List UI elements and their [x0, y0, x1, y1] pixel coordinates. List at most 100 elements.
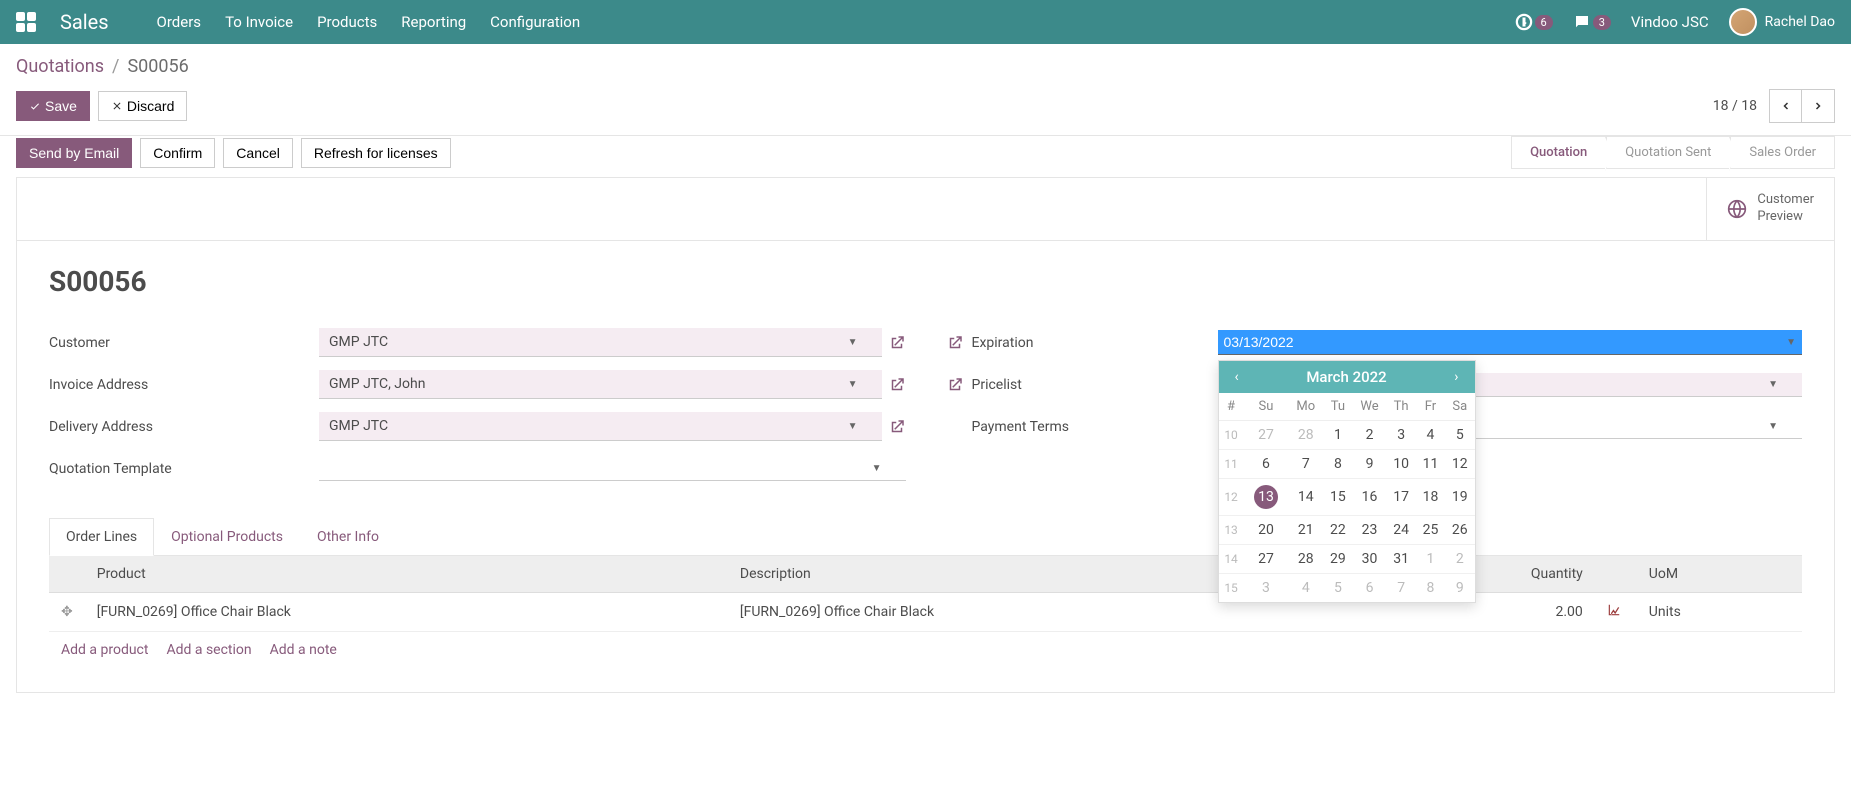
dp-day[interactable]: 28 — [1288, 421, 1323, 450]
quotation-template-select[interactable]: ▼ — [319, 457, 906, 481]
save-button[interactable]: Save — [16, 91, 90, 121]
dp-day[interactable]: 16 — [1353, 479, 1387, 516]
dp-day[interactable]: 6 — [1353, 574, 1387, 603]
dp-day[interactable]: 5 — [1445, 421, 1474, 450]
dp-day[interactable]: 26 — [1445, 516, 1474, 545]
dp-day[interactable]: 30 — [1353, 545, 1387, 574]
dp-day[interactable]: 1 — [1323, 421, 1352, 450]
menu-products[interactable]: Products — [317, 13, 377, 31]
globe-icon — [1727, 199, 1747, 219]
dp-day[interactable]: 5 — [1323, 574, 1352, 603]
dp-day[interactable]: 27 — [1244, 545, 1289, 574]
invoice-address-select[interactable]: GMP JTC, John▼ — [319, 370, 882, 399]
pager: 18 / 18 — [1713, 89, 1835, 123]
tab-optional-products[interactable]: Optional Products — [154, 518, 300, 556]
dp-day[interactable]: 29 — [1323, 545, 1352, 574]
discard-button[interactable]: Discard — [98, 91, 187, 121]
dp-dow-cell: # — [1219, 393, 1244, 421]
dp-day[interactable]: 22 — [1323, 516, 1352, 545]
apps-icon[interactable] — [16, 12, 36, 32]
cancel-button[interactable]: Cancel — [223, 138, 293, 168]
user-menu[interactable]: Rachel Dao — [1729, 8, 1835, 36]
add-section-link[interactable]: Add a section — [166, 642, 251, 658]
customer-preview-button[interactable]: Customer Preview — [1706, 178, 1834, 240]
dp-next[interactable]: › — [1448, 367, 1464, 387]
breadcrumb-root[interactable]: Quotations — [16, 56, 104, 77]
dp-day[interactable]: 14 — [1288, 479, 1323, 516]
external-link-icon[interactable] — [888, 376, 906, 394]
add-product-link[interactable]: Add a product — [61, 642, 148, 658]
external-link-icon[interactable] — [946, 376, 964, 394]
customer-select[interactable]: GMP JTC▼ — [319, 328, 882, 357]
dp-day[interactable]: 24 — [1386, 516, 1415, 545]
tab-other-info[interactable]: Other Info — [300, 518, 396, 556]
status-sales-order[interactable]: Sales Order — [1730, 136, 1835, 169]
dp-day[interactable]: 8 — [1323, 450, 1352, 479]
dp-day[interactable]: 17 — [1386, 479, 1415, 516]
dp-prev[interactable]: ‹ — [1229, 367, 1245, 387]
table-row[interactable]: ✥ [FURN_0269] Office Chair Black [FURN_0… — [49, 592, 1802, 631]
add-links: Add a product Add a section Add a note — [49, 632, 1802, 668]
brand[interactable]: Sales — [60, 10, 109, 34]
tab-order-lines[interactable]: Order Lines — [49, 518, 154, 556]
status-quotation[interactable]: Quotation — [1511, 136, 1606, 169]
pager-prev[interactable] — [1770, 90, 1802, 122]
menu-orders[interactable]: Orders — [157, 13, 202, 31]
dp-day[interactable]: 2 — [1353, 421, 1387, 450]
label-customer: Customer — [49, 335, 319, 351]
dp-day[interactable]: 2 — [1445, 545, 1474, 574]
dp-week-num: 12 — [1219, 479, 1244, 516]
dp-day[interactable]: 28 — [1288, 545, 1323, 574]
dp-day[interactable]: 8 — [1416, 574, 1445, 603]
refresh-button[interactable]: Refresh for licenses — [301, 138, 451, 168]
messages-icon[interactable]: 3 — [1573, 13, 1611, 31]
dp-day[interactable]: 12 — [1445, 450, 1474, 479]
dp-day[interactable]: 27 — [1244, 421, 1289, 450]
confirm-button[interactable]: Confirm — [140, 138, 215, 168]
breadcrumb-current: S00056 — [127, 56, 188, 77]
dp-day[interactable]: 20 — [1244, 516, 1289, 545]
dp-day[interactable]: 23 — [1353, 516, 1387, 545]
dp-day[interactable]: 13 — [1244, 479, 1289, 516]
dp-day[interactable]: 10 — [1386, 450, 1415, 479]
dp-day[interactable]: 15 — [1323, 479, 1352, 516]
status-quotation-sent[interactable]: Quotation Sent — [1606, 136, 1730, 169]
cell-uom[interactable]: Units — [1637, 592, 1802, 631]
dp-day[interactable]: 31 — [1386, 545, 1415, 574]
external-link-icon[interactable] — [888, 418, 906, 436]
menu-reporting[interactable]: Reporting — [401, 13, 466, 31]
drag-handle-icon[interactable]: ✥ — [49, 592, 85, 631]
dp-day[interactable]: 7 — [1386, 574, 1415, 603]
dp-day[interactable]: 9 — [1445, 574, 1474, 603]
cell-product[interactable]: [FURN_0269] Office Chair Black — [85, 592, 728, 631]
dp-month[interactable]: March 2022 — [1306, 368, 1386, 386]
forecast-icon[interactable] — [1595, 592, 1637, 631]
dp-day[interactable]: 6 — [1244, 450, 1289, 479]
dp-day[interactable]: 18 — [1416, 479, 1445, 516]
dp-day[interactable]: 25 — [1416, 516, 1445, 545]
dp-day[interactable]: 9 — [1353, 450, 1387, 479]
dp-day[interactable]: 1 — [1416, 545, 1445, 574]
activity-icon[interactable]: 6 — [1515, 13, 1553, 31]
expiration-input[interactable] — [1218, 330, 1803, 355]
datepicker: ‹ March 2022 › #SuMoTuWeThFrSa 102728123… — [1218, 360, 1476, 603]
company-name[interactable]: Vindoo JSC — [1631, 13, 1709, 31]
external-link-icon[interactable] — [888, 334, 906, 352]
menu-to-invoice[interactable]: To Invoice — [225, 13, 293, 31]
navbar: Sales Orders To Invoice Products Reporti… — [0, 0, 1851, 44]
dp-day[interactable]: 21 — [1288, 516, 1323, 545]
dp-day[interactable]: 4 — [1416, 421, 1445, 450]
dp-day[interactable]: 11 — [1416, 450, 1445, 479]
external-link-icon[interactable] — [946, 334, 964, 352]
messages-badge: 3 — [1593, 15, 1611, 30]
dp-day[interactable]: 3 — [1386, 421, 1415, 450]
dp-day[interactable]: 3 — [1244, 574, 1289, 603]
dp-day[interactable]: 7 — [1288, 450, 1323, 479]
dp-day[interactable]: 4 — [1288, 574, 1323, 603]
add-note-link[interactable]: Add a note — [270, 642, 337, 658]
dp-day[interactable]: 19 — [1445, 479, 1474, 516]
pager-next[interactable] — [1802, 90, 1834, 122]
menu-configuration[interactable]: Configuration — [490, 13, 580, 31]
send-email-button[interactable]: Send by Email — [16, 138, 132, 168]
delivery-address-select[interactable]: GMP JTC▼ — [319, 412, 882, 441]
